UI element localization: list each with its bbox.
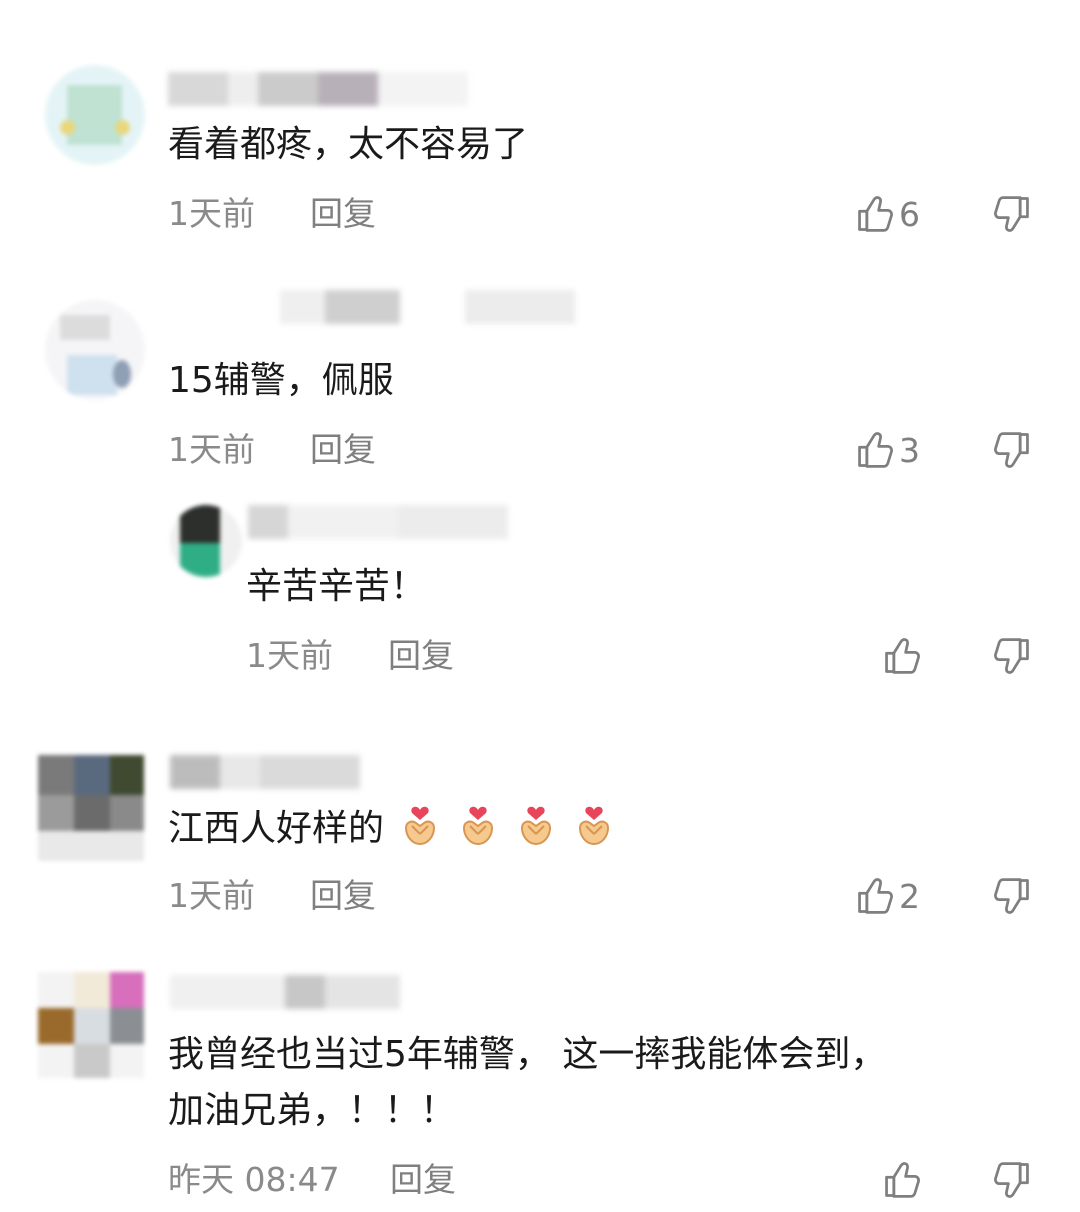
avatar[interactable] [38,972,144,1078]
comment-time: 昨天 08:47 [168,1160,340,1199]
reply-button[interactable]: 回复 [390,1160,456,1200]
dislike-button[interactable] [992,1160,1036,1204]
thumbs-down-icon [992,1160,1032,1200]
username-blurred[interactable] [170,975,400,1009]
comment-text: 我曾经也当过5年辅警， 这一摔我能体会到， [168,1034,887,1075]
comment-text: 加油兄弟，！！！ [168,1090,457,1131]
comment-item: 我曾经也当过5年辅警， 这一摔我能体会到， 加油兄弟，！！！ 昨天 08:47 … [0,0,1080,1212]
thumbs-up-icon [882,1160,922,1200]
like-button[interactable] [882,1158,922,1202]
